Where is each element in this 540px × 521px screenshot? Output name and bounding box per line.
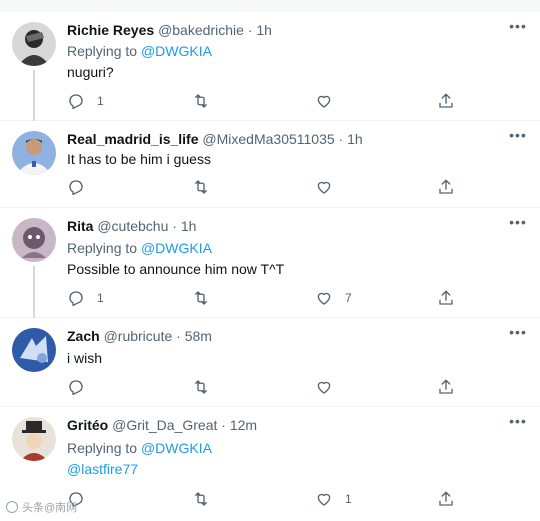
avatar[interactable] (12, 417, 56, 461)
handle-and-time[interactable]: @Grit_Da_Great · 12m (112, 417, 257, 433)
retweet-button[interactable] (192, 91, 210, 111)
tweet-zach[interactable]: Zach @rubricute · 58m ••• i wish (0, 318, 540, 407)
tweet-richie-reyes[interactable]: Richie Reyes @bakedrichie · 1h ••• Reply… (0, 12, 540, 121)
reply-icon (69, 94, 83, 110)
avatar[interactable] (12, 22, 56, 66)
more-options-icon[interactable]: ••• (508, 19, 528, 39)
watermark-icon (6, 501, 18, 513)
retweet-button[interactable] (192, 288, 210, 308)
watermark: 头条@南网 (6, 499, 77, 515)
display-name[interactable]: Richie Reyes (67, 22, 154, 38)
share-icon (439, 379, 453, 394)
tweet-text: It has to be him i guess (67, 151, 211, 167)
watermark-text: 头条@南网 (22, 502, 78, 514)
reply-button[interactable] (67, 377, 97, 397)
reply-icon (69, 380, 83, 396)
like-button[interactable]: 7 (315, 288, 352, 308)
handle-and-time[interactable]: @bakedrichie · 1h (158, 22, 272, 38)
tweet-actions: 1 (67, 91, 507, 111)
replying-handle-link[interactable]: @DWGKIA (141, 440, 212, 456)
share-button[interactable] (437, 288, 455, 308)
top-strip (0, 0, 540, 12)
replying-to: Replying to @DWGKIA (67, 239, 212, 257)
handle-and-time[interactable]: @MixedMa30511035 · 1h (202, 131, 362, 147)
replying-to: Replying to @DWGKIA (67, 439, 212, 457)
reply-button[interactable] (67, 177, 97, 197)
reply-icon (69, 291, 83, 307)
display-name[interactable]: Gritéo (67, 417, 108, 433)
retweet-icon (195, 380, 207, 394)
display-name[interactable]: Real_madrid_is_life (67, 131, 199, 147)
share-icon (439, 179, 453, 194)
display-name[interactable]: Zach (67, 328, 100, 344)
reply-icon (69, 180, 83, 196)
more-options-icon[interactable]: ••• (508, 215, 528, 235)
share-button[interactable] (437, 91, 455, 111)
tweet-actions: 1 (67, 489, 507, 509)
replying-label: Replying to (67, 43, 141, 59)
replying-handle-link[interactable]: @DWGKIA (141, 240, 212, 256)
like-button[interactable] (315, 177, 333, 197)
like-count: 1 (345, 492, 352, 506)
share-icon (439, 93, 453, 108)
like-button[interactable] (315, 377, 333, 397)
like-count: 7 (345, 291, 352, 305)
replying-label: Replying to (67, 440, 141, 456)
thread-line (33, 70, 35, 121)
mention-link[interactable]: @lastfire77 (67, 460, 138, 478)
heart-icon (317, 381, 331, 394)
handle-and-time[interactable]: @cutebchu · 1h (97, 218, 196, 234)
tweet-text: Possible to announce him now T^T (67, 261, 285, 277)
tweet-actions: 1 7 (67, 288, 507, 308)
tweet-actions (67, 177, 507, 197)
handle-and-time[interactable]: @rubricute · 58m (104, 328, 212, 344)
avatar[interactable] (12, 131, 56, 175)
more-options-icon[interactable]: ••• (508, 325, 528, 345)
tweet-griteo[interactable]: Gritéo @Grit_Da_Great · 12m ••• Replying… (0, 407, 540, 521)
heart-icon (317, 95, 331, 108)
retweet-icon (195, 492, 207, 506)
reply-button[interactable]: 1 (67, 288, 104, 308)
tweet-real-madrid-is-life[interactable]: Real_madrid_is_life @MixedMa30511035 · 1… (0, 121, 540, 208)
like-button[interactable]: 1 (315, 489, 352, 509)
reply-button[interactable]: 1 (67, 91, 104, 111)
tweet-rita[interactable]: Rita @cutebchu · 1h ••• Replying to @DWG… (0, 208, 540, 318)
avatar[interactable] (12, 328, 56, 372)
tweet-text: i wish (67, 350, 103, 366)
retweet-button[interactable] (192, 489, 210, 509)
retweet-icon (195, 94, 207, 108)
like-button[interactable] (315, 91, 333, 111)
retweet-button[interactable] (192, 177, 210, 197)
tweet-text: nuguri? (67, 64, 114, 80)
share-button[interactable] (437, 377, 455, 397)
avatar[interactable] (12, 218, 56, 262)
share-icon (439, 491, 453, 506)
retweet-icon (195, 291, 207, 305)
tweet-actions (67, 377, 507, 397)
heart-icon (317, 292, 331, 305)
more-options-icon[interactable]: ••• (508, 414, 528, 434)
reply-count: 1 (97, 94, 104, 108)
more-options-icon[interactable]: ••• (508, 128, 528, 148)
display-name[interactable]: Rita (67, 218, 93, 234)
share-button[interactable] (437, 489, 455, 509)
retweet-icon (195, 180, 207, 194)
replying-label: Replying to (67, 240, 141, 256)
reply-count: 1 (97, 291, 104, 305)
share-button[interactable] (437, 177, 455, 197)
heart-icon (317, 181, 331, 194)
thread-line (33, 266, 35, 318)
replying-handle-link[interactable]: @DWGKIA (141, 43, 212, 59)
replying-to: Replying to @DWGKIA (67, 42, 212, 60)
heart-icon (317, 493, 331, 506)
retweet-button[interactable] (192, 377, 210, 397)
share-icon (439, 290, 453, 305)
